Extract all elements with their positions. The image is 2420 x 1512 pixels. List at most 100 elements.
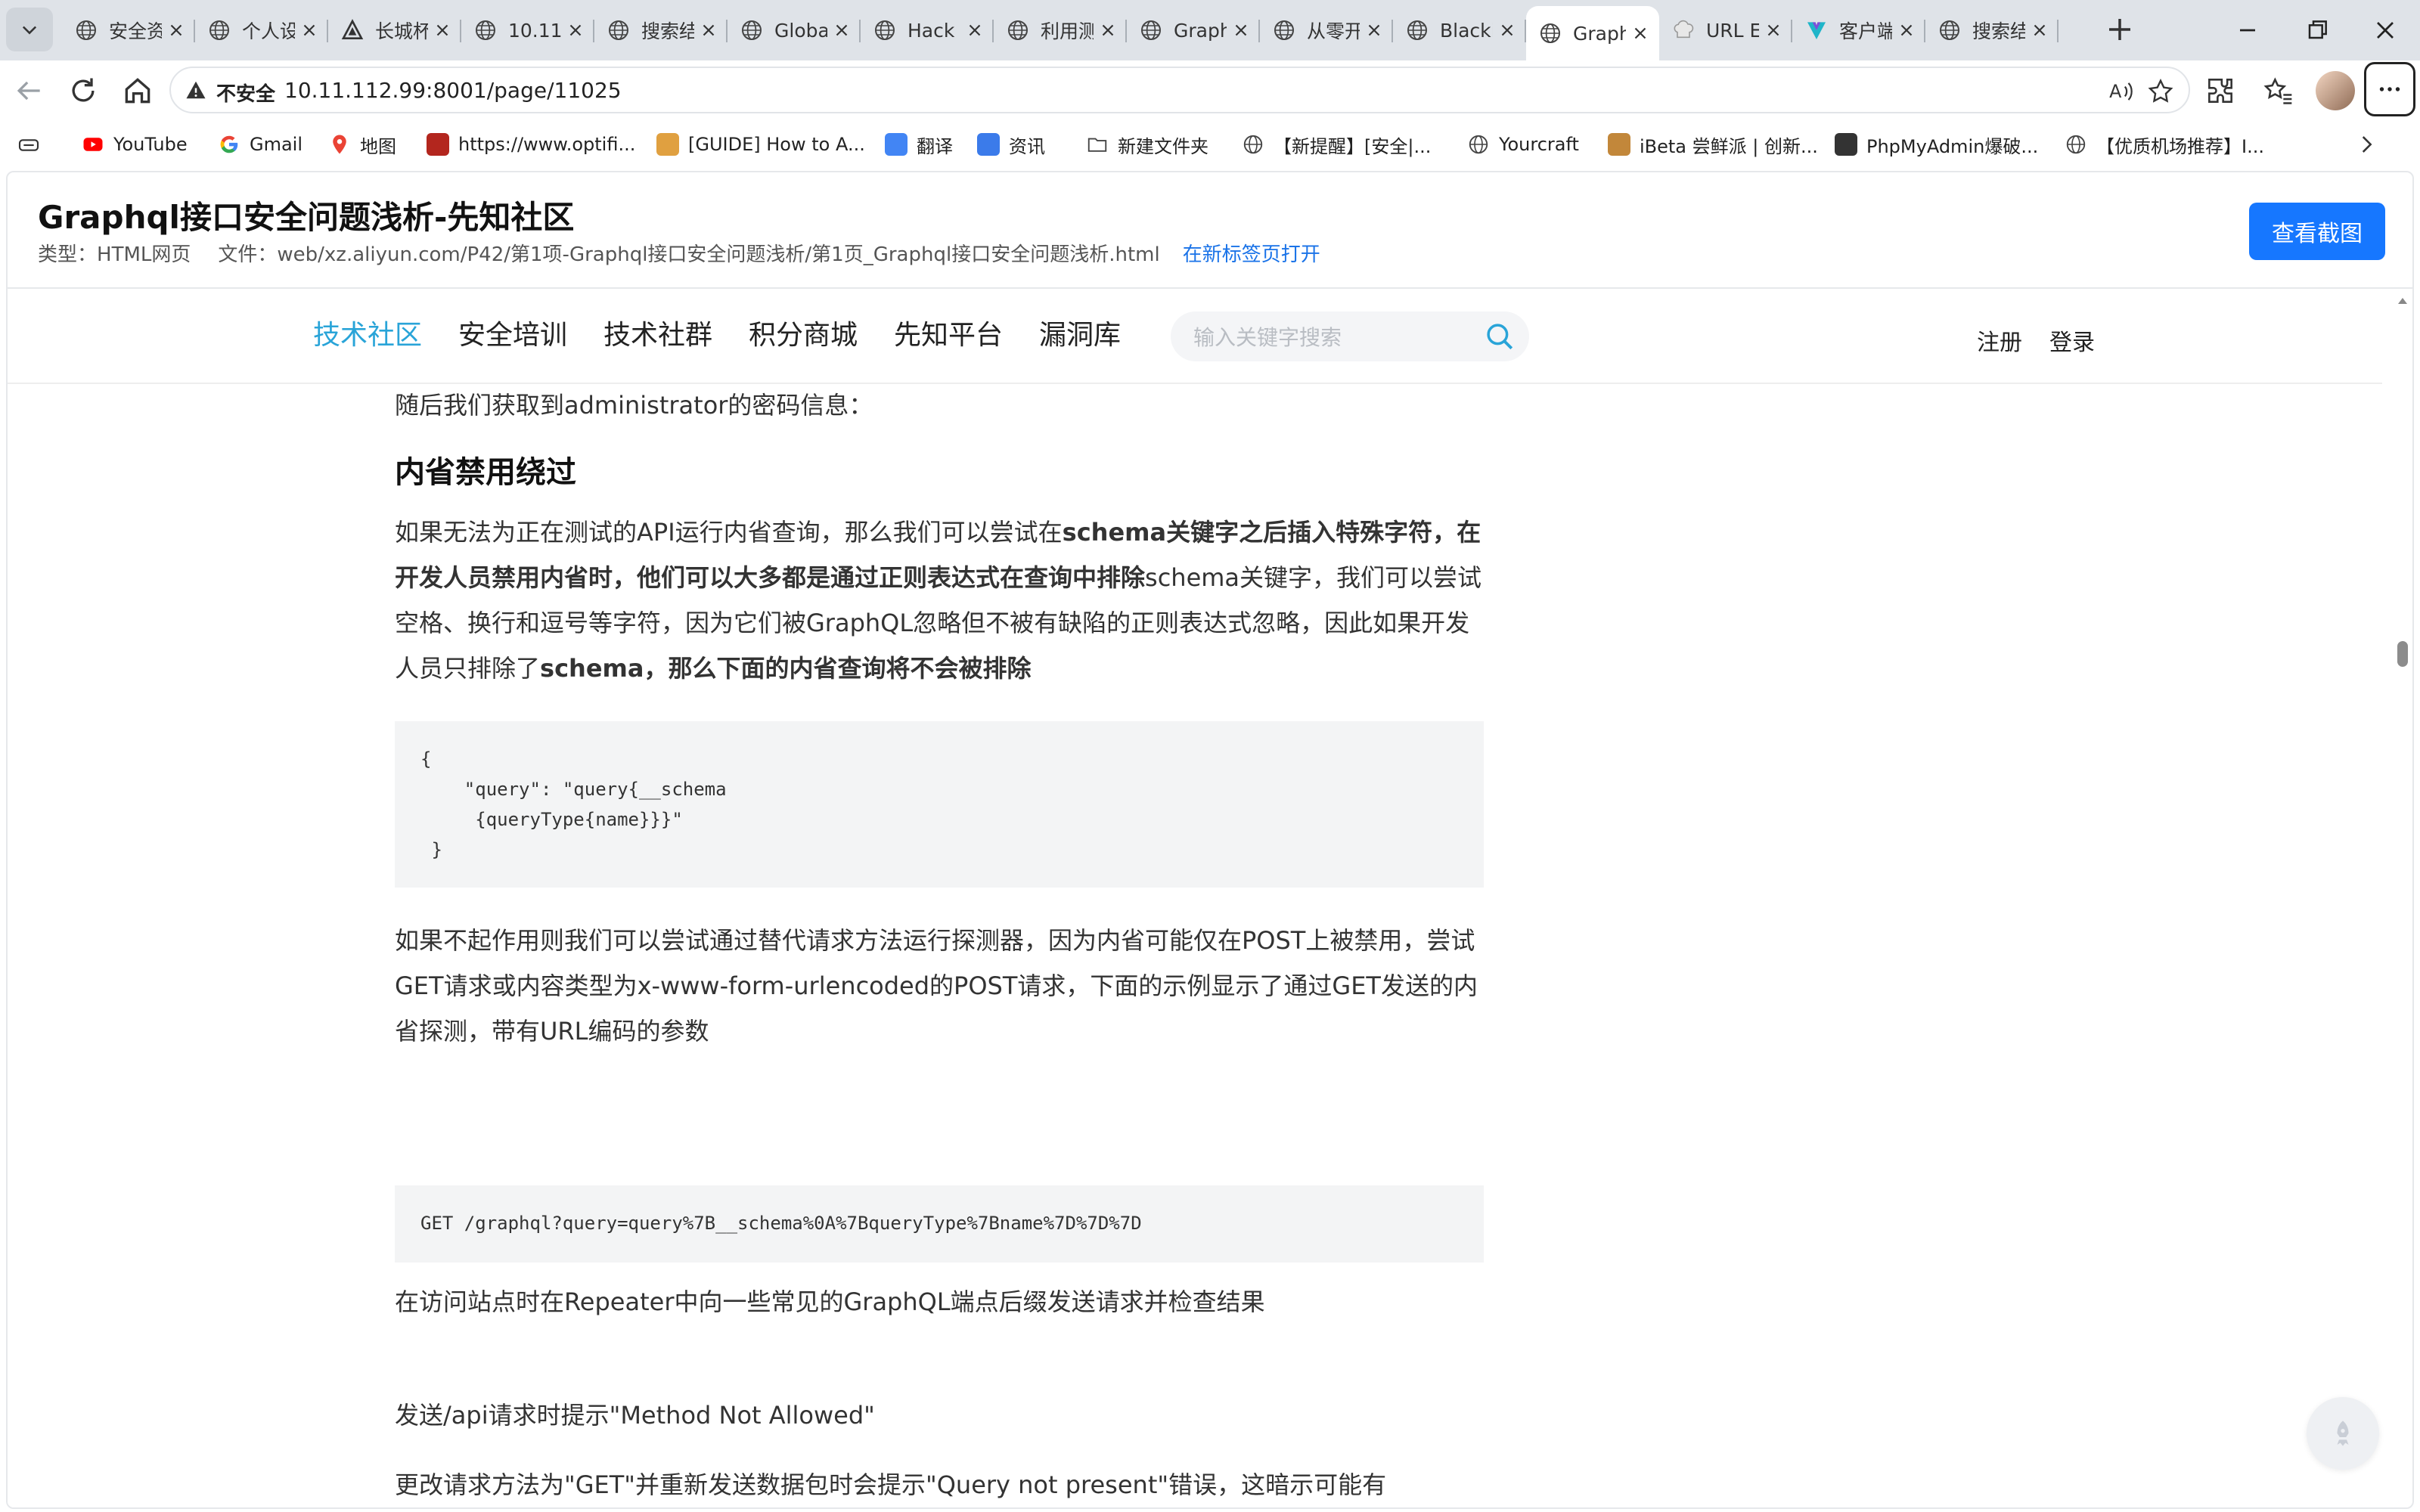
bookmark-item[interactable]: https://www.optifi... — [427, 130, 635, 159]
address-bar[interactable]: 不安全 10.11.112.99:8001/page/11025 A — [169, 67, 2190, 113]
paragraph-line: 空格、换行和逗号等字符，因为它们被GraphQL忽略但不被有缺陷的正则表达式忽略… — [395, 609, 1470, 637]
scrollbar-thumb[interactable] — [2397, 641, 2408, 667]
bookmark-item[interactable]: iBeta 尝鲜派 | 创新... — [1608, 130, 1818, 159]
file-label: 文件： — [218, 243, 278, 266]
close-icon[interactable] — [566, 20, 585, 40]
close-icon[interactable] — [699, 20, 718, 40]
close-icon[interactable] — [1630, 23, 1650, 43]
bookmark-item[interactable]: YouTube — [82, 130, 188, 159]
bookmark-item[interactable]: Gmail — [218, 130, 302, 159]
close-icon[interactable] — [1231, 20, 1251, 40]
nav-item[interactable]: 积分商城 — [749, 313, 858, 352]
tab[interactable]: Hack T — [861, 6, 994, 54]
tab-strip: 安全资 个人设 长城杯 10.11. 搜索结 Global Hack T 利用测 Graph 从零… — [0, 0, 2420, 60]
tab[interactable]: URL E — [1659, 6, 1792, 54]
ibeta-icon — [1608, 133, 1630, 156]
tab[interactable]: 从零开 — [1260, 6, 1393, 54]
bookmark-item[interactable]: 翻译 — [885, 130, 953, 159]
back-button[interactable] — [12, 74, 45, 107]
read-aloud-icon[interactable]: A — [2107, 77, 2136, 106]
globe-icon — [2065, 133, 2087, 156]
extensions-icon[interactable] — [2204, 74, 2237, 107]
bookmark-item[interactable]: [GUIDE] How to A... — [656, 130, 865, 159]
favorite-star-icon[interactable] — [2146, 77, 2175, 106]
globe-icon — [473, 18, 498, 42]
bookmark-item[interactable]: 资讯 — [977, 130, 1045, 159]
google-icon — [218, 133, 240, 156]
url-text[interactable]: 10.11.112.99:8001/page/11025 — [284, 78, 622, 103]
restore-button[interactable] — [2302, 15, 2332, 45]
tab[interactable]: 安全资 — [62, 6, 195, 54]
minimize-button[interactable] — [2232, 15, 2263, 45]
close-icon[interactable] — [299, 20, 319, 40]
tab[interactable]: 搜索结 — [594, 6, 728, 54]
close-window-button[interactable] — [2370, 15, 2400, 45]
close-icon[interactable] — [832, 20, 852, 40]
tab[interactable]: 个人设 — [195, 6, 328, 54]
collections-icon[interactable] — [17, 133, 41, 157]
paragraph-query-not-present: 更改请求方法为"GET"并重新发送数据包时会提示"Query not prese… — [395, 1470, 1387, 1499]
translate-icon — [885, 133, 908, 156]
chef-hat-icon — [1671, 18, 1696, 42]
close-icon[interactable] — [965, 20, 985, 40]
register-link[interactable]: 注册 — [1977, 324, 2022, 357]
close-icon[interactable] — [1764, 20, 1783, 40]
paragraph-intro: 随后我们获取到administrator的密码信息： — [395, 391, 873, 420]
back-to-top-button[interactable] — [2307, 1397, 2379, 1470]
view-screenshot-button[interactable]: 查看截图 — [2249, 203, 2385, 260]
page-scrollbar[interactable] — [2390, 289, 2412, 1507]
search-icon[interactable] — [1484, 321, 1516, 352]
code-block-json: { "query": "query{__schema {queryType{na… — [395, 721, 1484, 888]
close-icon[interactable] — [2030, 20, 2049, 40]
close-icon[interactable] — [166, 20, 186, 40]
close-icon[interactable] — [1897, 20, 1916, 40]
close-icon[interactable] — [1364, 20, 1384, 40]
paragraph-line: 如果无法为正在测试的API运行内省查询，那么我们可以尝试在schema关键字之后… — [395, 518, 1481, 547]
bookmark-item[interactable]: PhpMyAdmin爆破... — [1835, 130, 2038, 159]
nav-item[interactable]: 先知平台 — [894, 313, 1003, 352]
nav-item[interactable]: 漏洞库 — [1039, 313, 1121, 352]
security-label[interactable]: 不安全 — [216, 79, 275, 107]
globe-icon — [1006, 18, 1030, 42]
bookmark-item[interactable]: 地图 — [328, 130, 396, 159]
nav-item[interactable]: 技术社区 — [313, 313, 422, 352]
bookmark-item[interactable]: Yourcraft — [1467, 130, 1579, 159]
tab[interactable]: Blacki — [1393, 6, 1526, 54]
bookmark-item[interactable]: 【新提醒】[安全|... — [1242, 130, 1431, 159]
nav-item[interactable]: 技术社群 — [603, 313, 712, 352]
tab[interactable]: 利用测 — [994, 6, 1127, 54]
bookmark-label: 地图 — [360, 135, 396, 157]
tab-active[interactable]: Graph — [1526, 6, 1659, 60]
bookmark-item[interactable]: 【优质机场推荐】I... — [2065, 130, 2264, 159]
chevron-right-icon[interactable] — [2353, 132, 2379, 157]
close-icon[interactable] — [1497, 20, 1517, 40]
tab-title: 个人设 — [242, 20, 295, 42]
favorites-icon[interactable] — [2261, 74, 2294, 107]
tab[interactable]: 搜索结 — [1925, 6, 2059, 54]
close-icon[interactable] — [433, 20, 452, 40]
tab-title: 搜索结 — [641, 20, 694, 42]
settings-more-button[interactable] — [2364, 62, 2415, 116]
close-icon[interactable] — [1098, 20, 1118, 40]
paragraph-line: 人员只排除了schema，那么下面的内省查询将不会被排除 — [395, 654, 1032, 683]
tab-actions-button[interactable] — [6, 8, 53, 51]
paragraph-repeater: 在访问站点时在Repeater中向一些常见的GraphQL端点后缀发送请求并检查… — [395, 1287, 1265, 1316]
new-tab-button[interactable] — [2104, 14, 2136, 45]
nav-item[interactable]: 安全培训 — [458, 313, 567, 352]
tab[interactable]: 客户端 — [1792, 6, 1925, 54]
tab[interactable]: 10.11. — [461, 6, 594, 54]
tab[interactable]: Graph — [1127, 6, 1260, 54]
scroll-up-arrow-icon[interactable] — [2397, 296, 2408, 305]
search-input[interactable] — [1192, 322, 1467, 352]
bookmark-item[interactable]: 新建文件夹 — [1086, 130, 1208, 159]
tab[interactable]: Global — [728, 6, 861, 54]
home-button[interactable] — [121, 74, 154, 107]
chm-icon — [1835, 133, 1857, 156]
reload-button[interactable] — [67, 74, 100, 107]
more-dots-icon — [2379, 87, 2400, 91]
profile-avatar[interactable] — [2316, 71, 2355, 110]
login-link[interactable]: 登录 — [2049, 324, 2095, 357]
tab[interactable]: 长城杯 — [328, 6, 461, 54]
embedded-page: 技术社区安全培训技术社群积分商城先知平台漏洞库 注册 登录 随后我们获取到adm… — [8, 289, 2382, 1507]
open-new-tab-link[interactable]: 在新标签页打开 — [1183, 243, 1320, 266]
